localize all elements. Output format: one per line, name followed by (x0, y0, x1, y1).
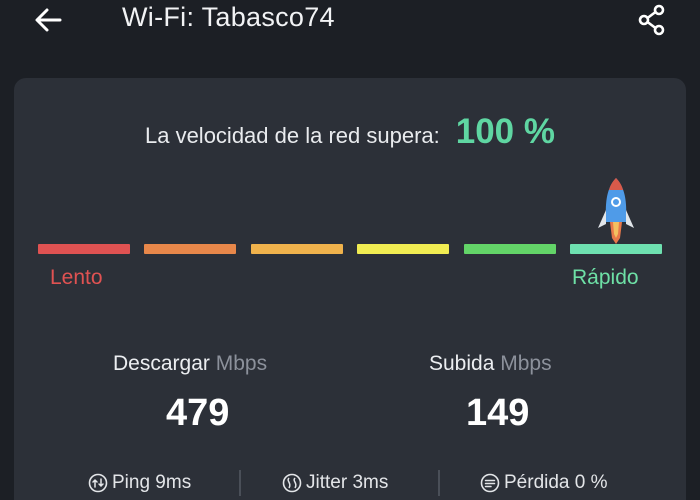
download-value: 479 (166, 392, 230, 434)
speed-scale (0, 0, 700, 300)
scale-segment-2 (144, 244, 236, 254)
packet-loss-icon (480, 473, 500, 493)
speed-test-result-screen: Wi-Fi: Tabasco74 La velocidad de la red … (0, 0, 700, 500)
scale-slow-label: Lento (50, 266, 103, 289)
loss-text: Pérdida 0 % (504, 472, 608, 493)
upload-label: Subida (429, 352, 495, 375)
ping-icon (88, 473, 108, 493)
jitter-stat: Jitter 3ms (282, 472, 388, 494)
rocket-icon (598, 178, 634, 244)
download-title: Descargar Mbps (113, 352, 267, 376)
jitter-icon (282, 473, 302, 493)
scale-fast-label: Rápido (572, 266, 639, 289)
scale-segment-1 (38, 244, 130, 254)
jitter-text: Jitter 3ms (306, 472, 389, 493)
scale-segment-4 (357, 244, 449, 254)
download-label: Descargar (113, 352, 210, 375)
scale-segment-3 (251, 244, 343, 254)
ping-stat: Ping 9ms (88, 472, 191, 494)
download-unit: Mbps (215, 352, 268, 375)
upload-title: Subida Mbps (429, 352, 552, 376)
upload-value: 149 (466, 392, 530, 434)
connection-stats: Ping 9ms Jitter 3ms Pérdida 0 % (0, 472, 700, 500)
ping-text: Ping 9ms (112, 472, 192, 493)
loss-stat: Pérdida 0 % (480, 472, 608, 494)
upload-unit: Mbps (500, 352, 552, 375)
scale-segment-5 (464, 244, 556, 254)
